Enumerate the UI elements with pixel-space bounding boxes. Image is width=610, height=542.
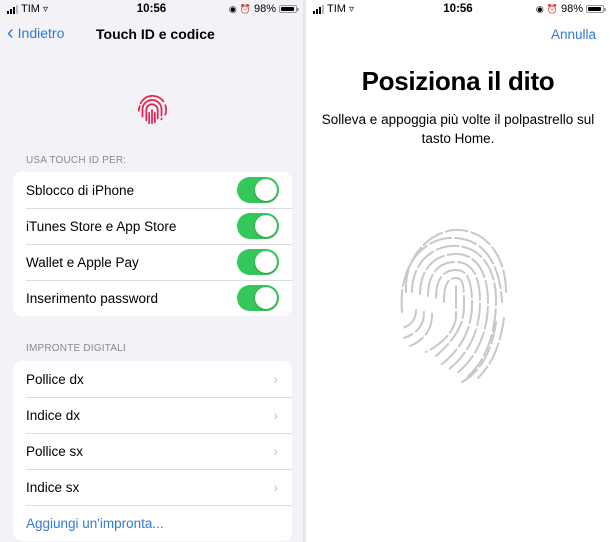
back-button[interactable]: ‹ Indietro <box>7 22 65 44</box>
page-title: Touch ID e codice <box>96 26 215 42</box>
fingerprints-section-header: IMPRONTE DIGITALI <box>26 343 126 354</box>
fingerprint-label: Indice sx <box>26 479 80 495</box>
orientation-lock-icon: ◉ <box>228 3 237 14</box>
touch-id-settings-screen: TIM ▿ 10:56 ◉ ⏰ 98% ‹ Indietro Touch ID … <box>0 0 303 542</box>
fingerprint-item[interactable]: Pollice dx › <box>13 361 292 397</box>
password-toggle[interactable] <box>237 285 279 311</box>
battery-percent: 98% <box>253 3 276 15</box>
touch-id-option-password: Inserimento password <box>13 280 292 316</box>
battery-icon <box>279 5 299 13</box>
orientation-lock-icon: ◉ <box>535 3 544 14</box>
add-fingerprint-button[interactable]: Aggiungi un'impronta... <box>13 505 292 541</box>
battery-percent: 98% <box>560 3 583 15</box>
fingerprint-item[interactable]: Indice dx › <box>13 397 292 433</box>
status-right: ◉ ⏰ 98% <box>535 3 606 15</box>
enroll-instructions: Solleva e appoggia più volte il polpastr… <box>321 112 595 146</box>
option-label: Inserimento password <box>26 290 159 306</box>
chevron-right-icon: › <box>273 443 278 459</box>
touch-id-option-itunes: iTunes Store e App Store <box>13 208 292 244</box>
alarm-icon: ⏰ <box>239 3 251 14</box>
touch-id-option-unlock: Sblocco di iPhone <box>13 172 292 208</box>
fingerprint-label: Indice dx <box>26 407 81 423</box>
add-fingerprint-label: Aggiungi un'impronta... <box>26 515 164 531</box>
wallet-toggle[interactable] <box>237 249 279 275</box>
fingerprint-icon <box>400 228 507 383</box>
fingerprint-item[interactable]: Indice sx › <box>13 469 292 505</box>
fingerprints-group: Pollice dx › Indice dx › Pollice sx › In… <box>13 361 292 541</box>
chevron-left-icon: ‹ <box>7 22 14 44</box>
fingerprint-icon <box>137 95 168 125</box>
fingerprint-item[interactable]: Pollice sx › <box>13 433 292 469</box>
touch-id-option-wallet: Wallet e Apple Pay <box>13 244 292 280</box>
nav-bar: ‹ Indietro Touch ID e codice <box>0 22 303 48</box>
chevron-right-icon: › <box>273 479 278 495</box>
option-label: iTunes Store e App Store <box>26 218 177 234</box>
battery-icon <box>586 5 606 13</box>
unlock-toggle[interactable] <box>237 177 279 203</box>
cancel-button[interactable]: Annulla <box>551 27 596 42</box>
fingerprint-label: Pollice sx <box>26 443 84 459</box>
itunes-toggle[interactable] <box>237 213 279 239</box>
status-bar: TIM ▿ 10:56 ◉ ⏰ 98% <box>0 0 303 18</box>
touch-id-options-group: Sblocco di iPhone iTunes Store e App Sto… <box>13 172 292 316</box>
touch-id-section-header: USA TOUCH ID PER: <box>26 155 127 166</box>
alarm-icon: ⏰ <box>546 3 558 14</box>
chevron-right-icon: › <box>273 371 278 387</box>
option-label: Sblocco di iPhone <box>26 182 135 198</box>
status-right: ◉ ⏰ 98% <box>228 3 299 15</box>
option-label: Wallet e Apple Pay <box>26 254 139 270</box>
chevron-right-icon: › <box>273 407 278 423</box>
back-label: Indietro <box>17 25 65 41</box>
fingerprint-label: Pollice dx <box>26 371 84 387</box>
enroll-title: Posiziona il dito <box>361 66 555 96</box>
status-bar: TIM ▿ 10:56 ◉ ⏰ 98% <box>306 0 610 18</box>
